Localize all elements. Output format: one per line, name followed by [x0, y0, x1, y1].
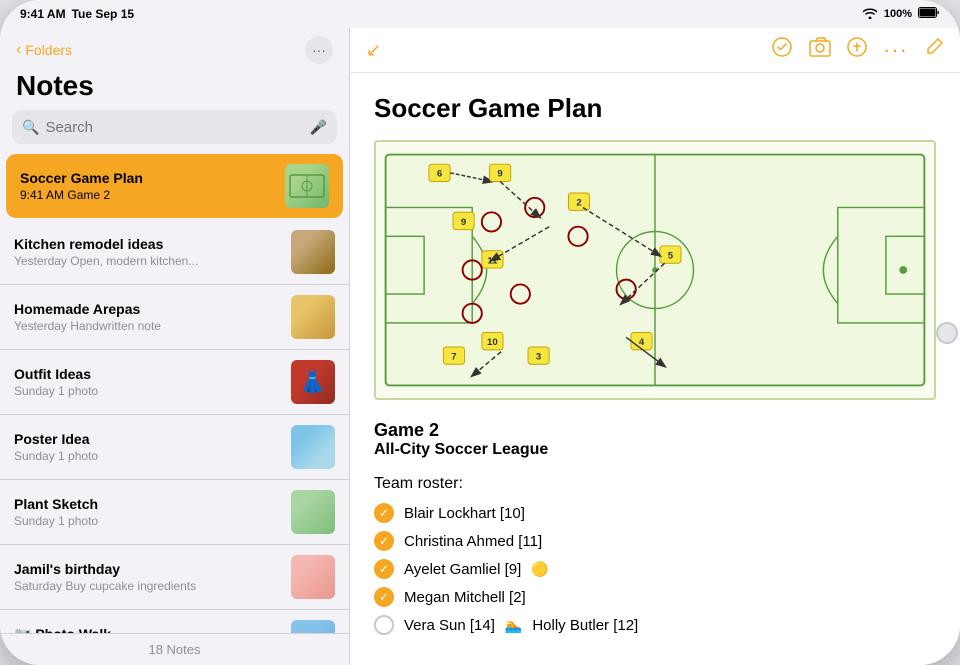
note-item-kitchen[interactable]: Kitchen remodel ideas Yesterday Open, mo…: [0, 220, 349, 285]
note-item-poster[interactable]: Poster Idea Sunday 1 photo: [0, 415, 349, 480]
roster-item-5: Vera Sun [14] 🏊 Holly Butler [12]: [374, 615, 936, 635]
check-circle-5: [374, 615, 394, 635]
svg-text:4: 4: [639, 337, 645, 348]
note-meta: Yesterday Handwritten note: [14, 319, 283, 333]
svg-text:6: 6: [437, 169, 442, 180]
edit-icon[interactable]: [924, 37, 944, 63]
note-meta: Sunday 1 photo: [14, 384, 283, 398]
roster-name-5: Vera Sun [14]: [404, 617, 495, 634]
note-heading: Soccer Game Plan: [374, 93, 936, 124]
note-thumb-plant: [291, 490, 335, 534]
note-title: Outfit Ideas: [14, 366, 283, 382]
back-label: Folders: [25, 42, 72, 58]
roster-name-4: Megan Mitchell [2]: [404, 589, 526, 606]
game-title: Game 2: [374, 420, 936, 441]
pen-icon[interactable]: [847, 37, 867, 63]
roster-item-1: ✓ Blair Lockhart [10]: [374, 503, 936, 523]
note-title: Soccer Game Plan: [20, 170, 277, 186]
svg-text:10: 10: [487, 337, 498, 348]
note-meta: Sunday 1 photo: [14, 449, 283, 463]
mic-icon[interactable]: 🎤: [310, 119, 327, 136]
note-thumb-outfit: 👗: [291, 360, 335, 404]
roster-label: Team roster:: [374, 475, 936, 493]
note-meta: 9:41 AM Game 2: [20, 188, 277, 202]
note-thumb-birthday: [291, 555, 335, 599]
wifi-icon: [862, 7, 878, 22]
home-button[interactable]: [936, 322, 958, 344]
note-thumb-arepas: [291, 295, 335, 339]
more-options-button[interactable]: ···: [305, 36, 333, 64]
note-title: Poster Idea: [14, 431, 283, 447]
sidebar-footer: 18 Notes: [0, 633, 349, 665]
check-circle-2: ✓: [374, 531, 394, 551]
svg-text:7: 7: [451, 351, 456, 362]
check-circle-1: ✓: [374, 503, 394, 523]
detail-toolbar: ↙: [350, 28, 960, 73]
search-icon: 🔍: [22, 119, 39, 136]
note-title: Kitchen remodel ideas: [14, 236, 283, 252]
note-item-soccer[interactable]: Soccer Game Plan 9:41 AM Game 2: [6, 154, 343, 218]
note-title: Plant Sketch: [14, 496, 283, 512]
back-chevron-icon: ‹: [16, 41, 21, 59]
time: 9:41 AM: [20, 7, 66, 21]
roster-emoji-3: 🟡: [531, 561, 548, 578]
svg-text:9: 9: [461, 217, 466, 228]
detail-content: Soccer Game Plan: [350, 73, 960, 665]
camera-icon[interactable]: [809, 37, 831, 63]
note-meta: Sunday 1 photo: [14, 514, 283, 528]
sidebar-title: Notes: [0, 68, 349, 110]
svg-text:11: 11: [487, 255, 498, 266]
note-item-birthday[interactable]: Jamil's birthday Saturday Buy cupcake in…: [0, 545, 349, 610]
svg-text:3: 3: [536, 351, 541, 362]
roster-item-3: ✓ Ayelet Gamliel [9] 🟡: [374, 559, 936, 579]
detail-pane: ↙: [350, 28, 960, 665]
roster-item-2: ✓ Christina Ahmed [11]: [374, 531, 936, 551]
sidebar: ‹ Folders ··· Notes 🔍 🎤 Soccer Game Plan…: [0, 28, 350, 665]
battery-icon: [918, 7, 940, 21]
sidebar-header: ‹ Folders ···: [0, 28, 349, 68]
roster-name-3: Ayelet Gamliel [9]: [404, 561, 521, 578]
note-meta: Yesterday Open, modern kitchen...: [14, 254, 283, 268]
note-title: 📷 Photo Walk: [14, 626, 283, 634]
note-item-outfit[interactable]: Outfit Ideas Sunday 1 photo 👗: [0, 350, 349, 415]
notes-list: Soccer Game Plan 9:41 AM Game 2: [0, 152, 349, 633]
note-title: Jamil's birthday: [14, 561, 283, 577]
check-circle-3: ✓: [374, 559, 394, 579]
check-circle-4: ✓: [374, 587, 394, 607]
date: Tue Sep 15: [72, 7, 134, 21]
roster-emoji-5: 🏊: [505, 617, 522, 634]
search-input[interactable]: [45, 119, 303, 136]
roster-item-4: ✓ Megan Mitchell [2]: [374, 587, 936, 607]
note-item-plant[interactable]: Plant Sketch Sunday 1 photo: [0, 480, 349, 545]
note-item-arepas[interactable]: Homemade Arepas Yesterday Handwritten no…: [0, 285, 349, 350]
roster-name-1: Blair Lockhart [10]: [404, 505, 525, 522]
status-bar: 9:41 AM Tue Sep 15 100%: [0, 0, 960, 28]
note-title: Homemade Arepas: [14, 301, 283, 317]
note-item-photowalk[interactable]: 📷 Photo Walk Saturday Came across this b…: [0, 610, 349, 633]
battery: 100%: [884, 8, 912, 20]
svg-text:2: 2: [576, 198, 581, 209]
roster-name-5b: Holly Butler [12]: [532, 617, 638, 634]
soccer-field-drawing: 6 9 9 2 11: [374, 140, 936, 400]
back-arrow-icon[interactable]: ↙: [366, 40, 381, 61]
search-bar[interactable]: 🔍 🎤: [12, 110, 337, 144]
more-options-icon[interactable]: ···: [883, 37, 908, 63]
game-info: Game 2 All-City Soccer League: [374, 420, 936, 459]
note-thumb-kitchen: [291, 230, 335, 274]
svg-text:5: 5: [668, 250, 674, 261]
checklist-icon[interactable]: [771, 36, 793, 64]
roster-name-2: Christina Ahmed [11]: [404, 533, 542, 550]
note-thumb-soccer: [285, 164, 329, 208]
note-meta: Saturday Buy cupcake ingredients: [14, 579, 283, 593]
note-thumb-photowalk: [291, 620, 335, 633]
game-league: All-City Soccer League: [374, 441, 936, 459]
svg-text:9: 9: [497, 169, 502, 180]
back-button[interactable]: ‹ Folders: [16, 41, 72, 59]
note-thumb-poster: [291, 425, 335, 469]
